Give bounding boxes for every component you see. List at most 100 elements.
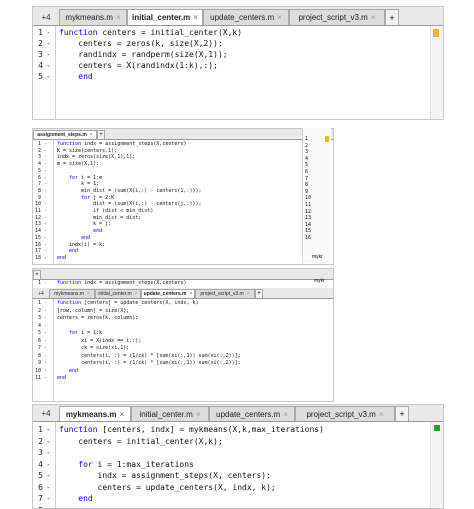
- tab-update-centers-m[interactable]: update_centers.m×: [141, 289, 195, 298]
- breakpoint-dash[interactable]: -: [44, 368, 47, 376]
- add-tab-button[interactable]: +: [385, 9, 399, 25]
- tab-mykmeans-m[interactable]: mykmeans.m×: [49, 289, 95, 298]
- code-token: centers = initial_center(X,k);: [59, 437, 223, 446]
- breakpoint-dash[interactable]: -: [44, 221, 47, 228]
- code-text: indx = zeros(size(X,1),1);: [57, 154, 135, 161]
- close-icon[interactable]: ×: [189, 291, 192, 297]
- breakpoint-dash[interactable]: -: [46, 482, 51, 494]
- nav-arrows[interactable]: +4: [33, 9, 59, 25]
- breakpoint-dash[interactable]: -: [44, 255, 47, 262]
- breakpoint-dash[interactable]: -: [44, 195, 47, 202]
- breakpoint-dash[interactable]: -: [44, 360, 47, 368]
- breakpoint-dash[interactable]: -: [44, 208, 47, 215]
- close-icon[interactable]: ×: [120, 410, 125, 419]
- add-tab-button[interactable]: +: [395, 406, 409, 421]
- breakpoint-dash[interactable]: -: [44, 300, 47, 308]
- breakpoint-dash[interactable]: -: [44, 248, 47, 255]
- breakpoint-dash[interactable]: -: [46, 424, 51, 436]
- tab-mykmeans-m[interactable]: mykmeans.m×: [59, 406, 131, 421]
- breakpoint-dash[interactable]: -: [44, 315, 47, 323]
- tab-initial-center-m[interactable]: initial_center.m×: [95, 289, 141, 298]
- close-icon[interactable]: ×: [371, 13, 376, 22]
- breakpoint-dash[interactable]: -: [44, 308, 47, 316]
- breakpoint-dash[interactable]: -: [44, 215, 47, 222]
- breakpoint-dash[interactable]: -: [44, 242, 47, 249]
- breakpoint-dash[interactable]: -: [44, 161, 47, 168]
- code-area[interactable]: 1-function [centers, indx] = mykmeans(X,…: [33, 422, 443, 508]
- keyword: for: [59, 460, 93, 469]
- breakpoint-dash[interactable]: -: [46, 49, 51, 60]
- breakpoint-dash[interactable]: -: [46, 71, 51, 82]
- tab-project-script-v3-m[interactable]: project_script_v3.m×: [295, 406, 395, 421]
- scrollbar[interactable]: [430, 422, 443, 508]
- close-icon[interactable]: ×: [283, 410, 288, 419]
- breakpoint-dash[interactable]: -: [46, 38, 51, 49]
- breakpoint-dash[interactable]: -: [44, 338, 47, 346]
- breakpoint-dash[interactable]: -: [46, 60, 51, 71]
- line-number: 3: [33, 447, 43, 459]
- line-number: 7: [33, 493, 43, 505]
- breakpoint-dash[interactable]: -: [46, 27, 51, 38]
- breakpoint-dash[interactable]: -: [44, 168, 47, 175]
- outer-code-line[interactable]: 1-function indx = assignment_steps(X,cen…: [33, 280, 333, 288]
- code-text: if (dist < min_dist): [57, 208, 153, 215]
- breakpoint-dash[interactable]: -: [44, 141, 47, 148]
- code-line: 6- centers = update_centers(X, indx, k);: [33, 482, 443, 494]
- close-icon[interactable]: ×: [87, 291, 90, 297]
- code-text: for i = 1:max_iterations: [59, 459, 194, 471]
- tab-initial-center-m[interactable]: initial_center.m×: [127, 9, 203, 25]
- code-line: 9- centers(i, :) = (1/ck) * [sum(xi(:,1)…: [33, 360, 333, 368]
- breakpoint-dash[interactable]: -: [44, 201, 47, 208]
- close-icon[interactable]: ×: [379, 410, 384, 419]
- breakpoint-dash[interactable]: -: [44, 345, 47, 353]
- tab-initial-center-m[interactable]: initial_center.m×: [131, 406, 209, 421]
- breakpoint-dash[interactable]: -: [46, 459, 51, 471]
- line-number: 9: [33, 195, 41, 202]
- close-icon[interactable]: ×: [196, 410, 201, 419]
- add-tab-button[interactable]: +: [255, 289, 263, 298]
- add-tab-button[interactable]: +: [97, 130, 105, 139]
- close-icon[interactable]: ×: [247, 291, 250, 297]
- breakpoint-dash[interactable]: -: [46, 470, 51, 482]
- breakpoint-dash[interactable]: -: [44, 175, 47, 182]
- close-icon[interactable]: ×: [90, 132, 93, 138]
- line-number: 1: [33, 27, 43, 38]
- breakpoint-dash[interactable]: -: [44, 148, 47, 155]
- breakpoint-dash[interactable]: -: [44, 323, 47, 331]
- breakpoint-dash[interactable]: -: [46, 436, 51, 448]
- code-text: function indx = assignment_steps(X,cente…: [57, 280, 186, 287]
- add-tab-button[interactable]: +: [33, 270, 41, 279]
- close-icon[interactable]: ×: [116, 13, 121, 22]
- code-text: [row, column] = size(X);: [57, 308, 129, 316]
- breakpoint-dash[interactable]: -: [44, 375, 47, 383]
- breakpoint-dash[interactable]: -: [44, 188, 47, 195]
- breakpoint-dash[interactable]: -: [46, 493, 51, 505]
- breakpoint-dash[interactable]: -: [44, 330, 47, 338]
- tab-mykmeans-m[interactable]: mykmeans.m×: [59, 9, 127, 25]
- breakpoint-dash[interactable]: -: [44, 181, 47, 188]
- breakpoint-dash[interactable]: -: [44, 228, 47, 235]
- tab-assignment-steps-m[interactable]: assignment_steps.m×: [33, 130, 97, 139]
- scrollbar[interactable]: [430, 26, 443, 119]
- breakpoint-dash[interactable]: -: [44, 235, 47, 242]
- breakpoint-dash[interactable]: -: [44, 154, 47, 161]
- code-text: min_dist = (sum(X(i,:) - centers(1,:)));: [57, 188, 202, 195]
- code-area[interactable]: 1-function centers = initial_center(X,k)…: [33, 26, 443, 119]
- close-icon[interactable]: ×: [193, 13, 198, 22]
- tab-update-centers-m[interactable]: update_centers.m×: [203, 9, 289, 25]
- tab-project-script-v3-m[interactable]: project_script_v3.m×: [289, 9, 385, 25]
- keyword: for: [57, 175, 78, 181]
- breakpoint-dash[interactable]: -: [44, 280, 47, 287]
- code-area[interactable]: 1-function [centers] = update_centers(X,…: [33, 299, 333, 401]
- nav-arrows[interactable]: +4: [33, 406, 59, 421]
- code-area[interactable]: 1-function indx = assignment_steps(X,cen…: [33, 140, 321, 264]
- nav-arrows[interactable]: +4: [33, 289, 49, 298]
- breakpoint-dash[interactable]: -: [46, 447, 51, 459]
- close-icon[interactable]: ×: [277, 13, 282, 22]
- close-icon[interactable]: ×: [135, 291, 138, 297]
- tab-project-script-v3-m[interactable]: project_script_v3.m×: [195, 289, 255, 298]
- code-line: 11-end: [33, 375, 333, 383]
- tab-update-centers-m[interactable]: update_centers.m×: [209, 406, 295, 421]
- breakpoint-dash[interactable]: -: [44, 353, 47, 361]
- code-text: centers = zeros(k, column);: [57, 315, 138, 323]
